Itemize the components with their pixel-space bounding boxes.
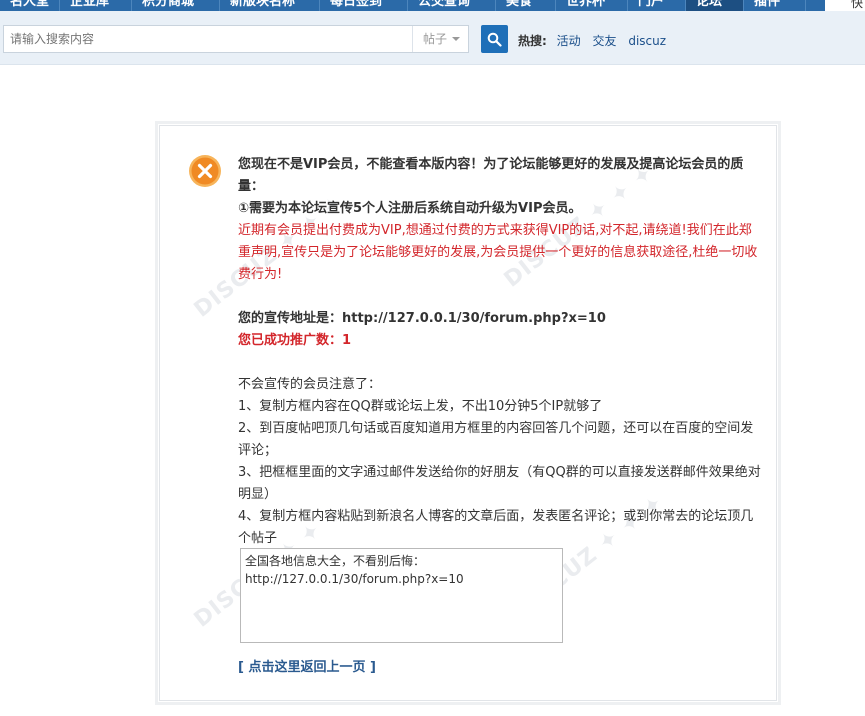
search-type-label: 帖子 (423, 32, 448, 46)
hot-link-activity[interactable]: 活动 (557, 34, 581, 48)
search-type-select[interactable]: 帖子 (412, 26, 468, 52)
tip-2: 2、到百度帖吧顶几句话或百度知道用方框里的内容回答几个问题，还可以在百度的空间发… (238, 421, 754, 458)
back-link[interactable]: [ 点击这里返回上一页 ] (238, 656, 376, 675)
search-icon (487, 32, 502, 47)
hot-search-label: 热搜: (518, 34, 547, 48)
tip-3: 3、把框框里面的文字通过邮件发送给你的好朋友（有QQ群的可以直接发送群邮件效果绝… (238, 465, 761, 502)
error-icon (189, 155, 221, 187)
nav-item-hall-of-fame[interactable]: 名人堂 (0, 0, 60, 11)
promo-count: 您已成功推广数：1 (238, 333, 352, 348)
upgrade-rule: ①需要为本论坛宣传5个人注册后系统自动升级为VIP会员。 (238, 201, 582, 216)
search-input[interactable] (4, 26, 412, 52)
copy-line-1: 全国各地信息大全，不看别后悔： (245, 554, 426, 568)
message-panel: DISCUZ ✦ ✦ ✦ DISCUZ ✦ ✦ ✦ DISCUZ ✦ ✦ ✦ D… (155, 121, 781, 705)
promo-copy-textarea[interactable]: 全国各地信息大全，不看别后悔： http://127.0.0.1/30/foru… (240, 548, 563, 643)
hot-link-discuz[interactable]: discuz (628, 34, 666, 48)
search-box: 帖子 (3, 25, 469, 53)
tip-4: 4、复制方框内容粘贴到新浪名人博客的文章后面，发表匿名评论；或到你常去的论坛顶几… (238, 509, 754, 546)
nav-item-forum[interactable]: 论坛 (686, 0, 744, 11)
payment-warning: 近期有会员提出付费成为VIP,想通过付费的方式来获得VIP的话,对不起,请绕道!… (238, 223, 758, 282)
nav-item-enterprise[interactable]: 企业库 (60, 0, 132, 11)
nav-right-text[interactable]: 快 (851, 0, 863, 11)
search-button[interactable] (481, 25, 508, 53)
nav-item-world-cup[interactable]: 世界杯 (556, 0, 628, 11)
nav-item-new-board[interactable]: 新版块名称 (220, 0, 320, 11)
nav-item-food[interactable]: 美食 (496, 0, 556, 11)
search-bar: 帖子 热搜: 活动 交友 discuz (0, 11, 865, 65)
nav-item-daily-checkin[interactable]: 每日签到 (320, 0, 408, 11)
nav-item-plugins[interactable]: 插件 (744, 0, 806, 11)
vip-notice: 您现在不是VIP会员，不能查看本版内容！为了论坛能够更好的发展及提高论坛会员的质… (238, 157, 744, 194)
promo-address: 您的宣传地址是：http://127.0.0.1/30/forum.php?x=… (238, 311, 606, 326)
nav-item-points-mall[interactable]: 积分商城 (132, 0, 220, 11)
nav-item-portal[interactable]: 门户 (628, 0, 686, 11)
nav-item-bus-query[interactable]: 公交查询 (408, 0, 496, 11)
nav-right-area: 快 (825, 0, 865, 11)
tips-title: 不会宣传的会员注意了： (238, 377, 382, 392)
top-nav: 名人堂 企业库 积分商城 新版块名称 每日签到 公交查询 美食 世界杯 门户 论… (0, 0, 865, 11)
hot-link-friends[interactable]: 交友 (592, 34, 616, 48)
copy-line-2: http://127.0.0.1/30/forum.php?x=10 (245, 572, 464, 586)
tip-1: 1、复制方框内容在QQ群或论坛上发，不出10分钟5个IP就够了 (238, 399, 603, 414)
chevron-down-icon (452, 37, 460, 41)
hot-search: 热搜: 活动 交友 discuz (518, 32, 674, 49)
message-body: 您现在不是VIP会员，不能查看本版内容！为了论坛能够更好的发展及提高论坛会员的质… (238, 154, 763, 550)
